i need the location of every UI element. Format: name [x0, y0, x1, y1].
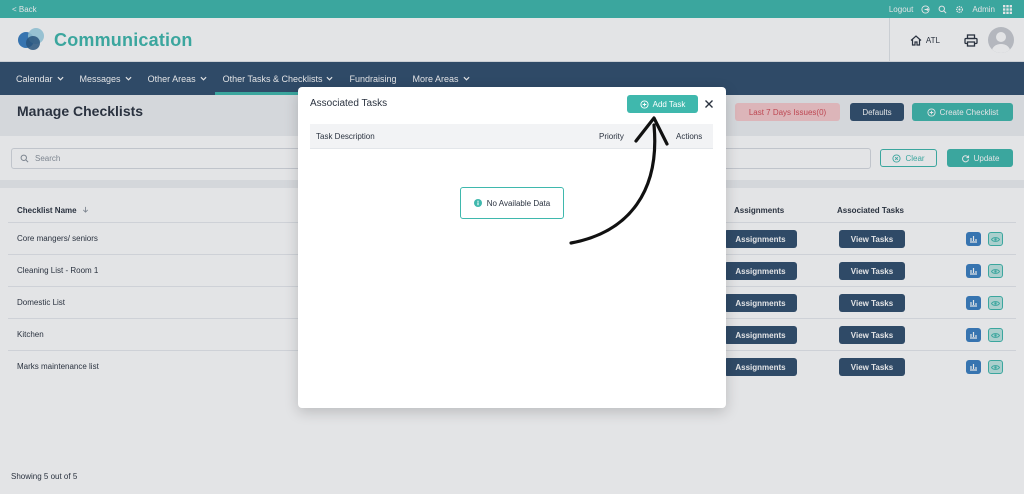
modal-title: Associated Tasks: [310, 98, 388, 109]
associated-tasks-modal: Associated Tasks Add Task Task Descripti…: [298, 87, 726, 408]
modal-table-header: Task Description Priority Actions: [310, 124, 713, 149]
column-header-actions: Actions: [676, 132, 703, 141]
column-header-priority: Priority: [599, 132, 624, 141]
empty-state: No Available Data: [460, 187, 564, 219]
add-task-button[interactable]: Add Task: [627, 95, 698, 113]
column-header-task-description: Task Description: [316, 132, 375, 141]
empty-state-text: No Available Data: [486, 198, 551, 208]
plus-circle-icon: [640, 99, 649, 109]
close-icon[interactable]: [702, 97, 716, 111]
add-task-label: Add Task: [652, 99, 686, 109]
info-icon: [473, 199, 482, 207]
